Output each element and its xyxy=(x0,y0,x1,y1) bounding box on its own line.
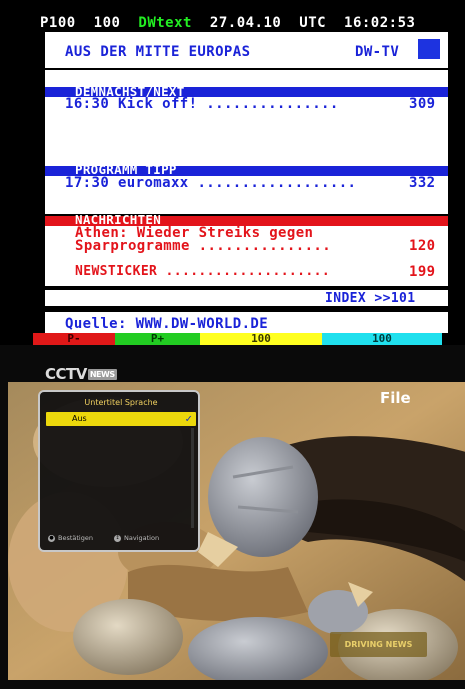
confirm-hint[interactable]: ● Bestätigen xyxy=(48,534,93,542)
fastext-red[interactable]: P- xyxy=(33,333,115,345)
navigate-label: Navigation xyxy=(124,534,160,542)
channel-logo: CCTV NEWS xyxy=(45,365,117,383)
newsticker-entry[interactable]: NEWSTICKER .................... xyxy=(75,264,330,279)
newsticker-page[interactable]: 199 xyxy=(409,264,436,280)
menu-option-aus[interactable]: Aus ✓ xyxy=(46,412,196,426)
channel-logo-text: CCTV xyxy=(45,365,87,383)
fastext-green-label: P+ xyxy=(150,332,165,345)
tip-entry-label: 17:30 euromaxx xyxy=(65,175,189,191)
newsticker-label: NEWSTICKER xyxy=(75,264,158,279)
menu-option-label: Aus xyxy=(72,414,87,423)
menu-title: Untertitel Sprache xyxy=(84,398,158,407)
next-entry-dots: ............... xyxy=(206,96,339,112)
news-heading-marker xyxy=(30,214,45,228)
fastext-cyan-label: 100 xyxy=(372,332,392,345)
content-block-2 xyxy=(45,97,448,214)
index-link[interactable]: INDEX >>101 xyxy=(325,291,416,306)
fastext-yellow[interactable]: 100 xyxy=(200,333,322,345)
file-label: File xyxy=(380,389,411,407)
header-timezone: UTC xyxy=(299,15,327,31)
news-line-2[interactable]: Sparprogramme ............... xyxy=(75,238,331,254)
tip-entry[interactable]: 17:30 euromaxx .................. xyxy=(65,175,356,191)
source-line: Quelle: WWW.DW-WORLD.DE xyxy=(65,316,269,332)
fastext-red-label: P- xyxy=(67,332,81,345)
blue-square xyxy=(418,39,440,59)
tv-screen: CCTV NEWS File DRIVING NEWS Untertitel Sp… xyxy=(0,345,465,689)
news-line-2-label: Sparprogramme xyxy=(75,238,190,254)
fastext-yellow-label: 100 xyxy=(251,332,271,345)
corner-logo: DRIVING NEWS xyxy=(330,632,427,657)
teletext-screen: P100 100 DWtext 27.04.10 UTC 16:02:53 AU… xyxy=(0,0,465,345)
news-line-2-dots: ............... xyxy=(198,238,332,254)
navigate-hint[interactable]: ↕ Navigation xyxy=(114,534,159,542)
banner-title: AUS DER MITTE EUROPAS xyxy=(65,44,251,60)
ok-button-icon: ● xyxy=(48,534,55,542)
next-entry-page[interactable]: 309 xyxy=(409,96,436,112)
fastext-cyan[interactable]: 100 xyxy=(322,333,442,345)
subpage-number: 100 xyxy=(93,15,121,31)
tip-entry-dots: .................. xyxy=(197,175,357,191)
confirm-label: Bestätigen xyxy=(58,534,93,542)
banner-channel: DW-TV xyxy=(355,44,400,60)
next-entry[interactable]: 16:30 Kick off! ............... xyxy=(65,96,339,112)
navigate-button-icon: ↕ xyxy=(114,534,121,542)
fastext-green[interactable]: P+ xyxy=(115,333,200,345)
index-label: INDEX xyxy=(325,291,367,306)
next-entry-label: 16:30 Kick off! xyxy=(65,96,198,112)
service-name: DWtext xyxy=(138,15,192,31)
newsticker-dots: .................... xyxy=(165,264,331,279)
checkmark-icon: ✓ xyxy=(185,412,192,425)
page-number: P100 xyxy=(40,15,76,31)
menu-scrollbar[interactable] xyxy=(191,428,194,528)
news-line-2-page[interactable]: 120 xyxy=(409,238,436,254)
next-heading-marker xyxy=(30,87,45,97)
header-time: 16:02:53 xyxy=(344,15,416,31)
tip-entry-page[interactable]: 332 xyxy=(409,175,436,191)
subtitle-language-menu: Untertitel Sprache Aus ✓ ● Bestätigen ↕ Na… xyxy=(38,390,200,552)
header-date: 27.04.10 xyxy=(209,15,282,31)
index-page: >>101 xyxy=(374,291,416,306)
channel-logo-badge: NEWS xyxy=(87,369,117,380)
